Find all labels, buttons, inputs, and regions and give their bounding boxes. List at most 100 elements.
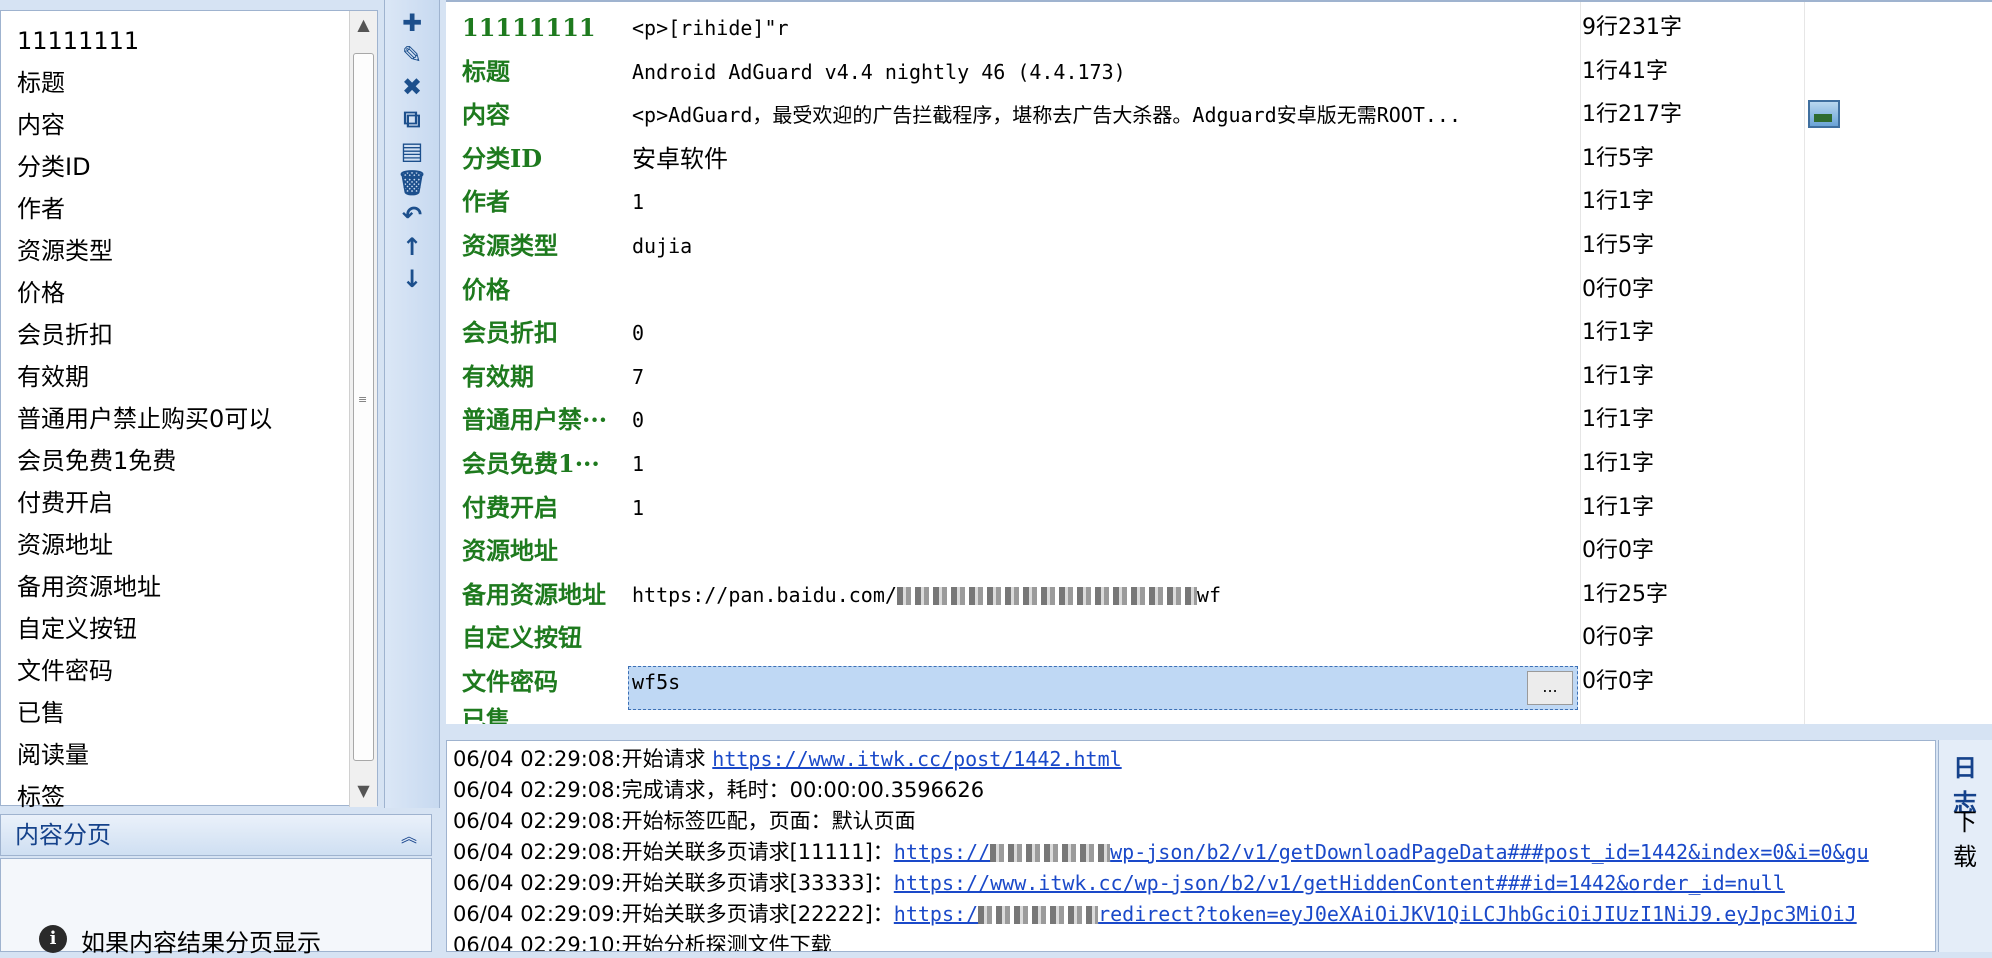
grid-row[interactable]: 资源地址 0行0字 [446, 529, 1992, 573]
trash-icon[interactable]: 🗑 [397, 168, 427, 198]
field-list-item[interactable]: 标题 [17, 63, 65, 103]
grid-row-value[interactable]: <p>[rihide]"r [632, 6, 789, 50]
paging-info-text: 如果内容结果分页显示 [81, 929, 321, 957]
field-list-item[interactable]: 有效期 [17, 357, 89, 397]
move-down-icon[interactable]: ↓ [397, 264, 427, 294]
grid-row-stats: 1行25字 [1582, 581, 1668, 607]
field-list-item[interactable]: 备用资源地址 [17, 567, 161, 607]
content-paging-header[interactable]: 内容分页 ︽ [0, 814, 432, 856]
field-list-item[interactable]: 文件密码 [17, 651, 113, 691]
field-list-item[interactable]: 标签 [17, 777, 65, 817]
log-link[interactable]: https:/ [894, 902, 978, 926]
grid-row[interactable]: 标题 Android AdGuard v4.4 nightly 46 (4.4.1… [446, 50, 1992, 94]
grid-row-value[interactable]: 0 [632, 311, 644, 355]
field-list-item[interactable]: 付费开启 [17, 483, 113, 523]
field-list-item[interactable]: 已售 [17, 693, 65, 733]
field-list[interactable]: 11111111 标题 内容 分类ID 作者 资源类型 价格 会员折扣 有效期 普通用户禁止购买0… [0, 10, 378, 811]
log-link[interactable]: https://www.itwk.cc/wp-json/b2/v1/getHid… [894, 871, 1785, 895]
grid-row-value[interactable]: <p>AdGuard，最受欢迎的广告拦截程序，堪称去广告大杀器。Adguard安… [632, 93, 1461, 137]
field-list-item[interactable]: 阅读量 [17, 735, 89, 775]
grid-row[interactable]: 内容 <p>AdGuard，最受欢迎的广告拦截程序，堪称去广告大杀器。Adguar… [446, 93, 1992, 137]
grid-row-value[interactable]: wf5s [632, 660, 680, 704]
edit-icon[interactable]: ✎ [397, 40, 427, 70]
log-link[interactable]: https://www.itwk.cc/post/1442.html [712, 747, 1121, 771]
field-toolbar: ✚ ✎ ✖ ⧉ ▤ 🗑 ↶ ↑ ↓ [384, 0, 440, 808]
field-list-item[interactable]: 资源类型 [17, 231, 113, 271]
grid-row-stats: 0行0字 [1582, 538, 1654, 564]
field-list-scrollbar[interactable]: ▲ ≡ ▼ [349, 11, 377, 807]
add-icon[interactable]: ✚ [397, 8, 427, 38]
grid-row-stats: 1行1字 [1582, 363, 1654, 389]
grid-row[interactable]: 备用资源地址 https://pan.baidu.com/wf 1行25字 [446, 573, 1992, 617]
grid-row-value[interactable]: 0 [632, 398, 644, 442]
move-up-icon[interactable]: ↑ [397, 232, 427, 262]
log-time: 06/04 02:29:10: [453, 933, 622, 952]
grid-row[interactable]: 资源类型 dujia 1行5字 [446, 224, 1992, 268]
grid-row[interactable]: 付费开启 1 1行1字 [446, 486, 1992, 530]
field-list-item[interactable]: 分类ID [17, 147, 91, 187]
field-list-item[interactable]: 内容 [17, 105, 65, 145]
log-line: 06/04 02:29:08:开始关联多页请求[11111]：https:// w… [453, 836, 1869, 868]
grid-row-value[interactable]: 1 [632, 180, 644, 224]
grid-row-stats: 1行217字 [1582, 102, 1682, 128]
grid-row-name: 付费开启 [462, 492, 558, 522]
grid-row-stats: 1行1字 [1582, 407, 1654, 433]
grid-row-name: 分类ID [462, 143, 543, 173]
grid-row[interactable]: 有效期 7 1行1字 [446, 355, 1992, 399]
grid-row-value[interactable]: 7 [632, 355, 644, 399]
grid-row-value[interactable]: 1 [632, 486, 644, 530]
log-link-tail[interactable]: redirect?token=eyJ0eXAiOiJKV1QiLCJhbGciO… [1098, 902, 1857, 926]
grid-row-value-text: 0 [632, 408, 645, 433]
log-message: 开始标签匹配，页面：默认页面 [621, 809, 916, 833]
grid-row-name: 会员免费1··· [462, 449, 600, 478]
log-link[interactable]: https:// [894, 840, 990, 864]
grid-row-value[interactable]: 1 [632, 442, 644, 486]
info-icon: i [39, 925, 67, 953]
scroll-up-icon[interactable]: ▲ [350, 11, 377, 39]
log-line: 06/04 02:29:08:开始请求 https://www.itwk.cc/… [453, 743, 1122, 775]
field-list-item[interactable]: 价格 [17, 273, 65, 313]
image-preview-icon[interactable] [1808, 100, 1840, 128]
field-list-item[interactable]: 11111111 [17, 21, 139, 61]
grid-row-stats: 1行5字 [1582, 145, 1654, 171]
grid-row-name: 标题 [462, 56, 510, 86]
scrollbar-thumb[interactable]: ≡ [353, 53, 374, 761]
field-list-item[interactable]: 作者 [17, 189, 65, 229]
copy-icon[interactable]: ⧉ [397, 104, 427, 134]
grid-row[interactable]: 11111111 <p>[rihide]"r 9行231字 [446, 6, 1992, 50]
field-list-item[interactable]: 普通用户禁止购买0可以 [17, 399, 272, 439]
grid-row-name: 资源地址 [462, 536, 558, 566]
field-list-item[interactable]: 会员免费1免费 [17, 441, 176, 481]
field-list-item[interactable]: 自定义按钮 [17, 609, 137, 649]
log-link-tail[interactable]: wp-json/b2/v1/getDownloadPageData###post… [1110, 840, 1869, 864]
field-list-item[interactable]: 资源地址 [17, 525, 113, 565]
collapse-icon[interactable]: ︽ [401, 823, 417, 847]
grid-row[interactable]: 分类ID 安卓软件 1行5字 [446, 137, 1992, 181]
delete-icon[interactable]: ✖ [397, 72, 427, 102]
grid-row-value-tail: wf [1196, 582, 1221, 607]
grid-row[interactable]: 会员免费1··· 1 1行1字 [446, 442, 1992, 486]
grid-row-value[interactable]: https://pan.baidu.com/wf [632, 573, 1221, 617]
log-time: 06/04 02:29:08: [453, 809, 622, 833]
scroll-down-icon[interactable]: ▼ [350, 777, 377, 805]
download-label: 下载 [1953, 808, 1977, 871]
log-side-panel: 日志 下载 [1938, 740, 1992, 952]
paste-icon[interactable]: ▤ [397, 136, 427, 166]
undo-icon[interactable]: ↶ [397, 200, 427, 230]
grid-row-value[interactable]: 安卓软件 [632, 137, 728, 181]
grid-row[interactable]: 会员折扣 0 1行1字 [446, 311, 1992, 355]
log-time: 06/04 02:29:08: [453, 778, 622, 802]
field-list-item[interactable]: 会员折扣 [17, 315, 113, 355]
grid-row-value-text: 安卓软件 [632, 144, 728, 173]
grid-row-value-text: <p>AdGuard，最受欢迎的广告拦截程序，堪称去广告大杀器。Adguard安… [632, 103, 1461, 128]
grid-row[interactable]: 普通用户禁··· 0 1行1字 [446, 398, 1992, 442]
log-panel[interactable]: 06/04 02:29:08:开始请求 https://www.itwk.cc/… [446, 740, 1936, 952]
grid-row[interactable]: 作者 1 1行1字 [446, 180, 1992, 224]
grid-row[interactable]: 文件密码 wf5s 0行0字 [446, 660, 1992, 704]
grid-row-value[interactable]: Android AdGuard v4.4 nightly 46 (4.4.173… [632, 50, 1126, 94]
grid-row[interactable]: 价格 0行0字 [446, 268, 1992, 312]
grid-row-name: 内容 [462, 100, 510, 130]
grid-row-value[interactable]: dujia [632, 224, 692, 268]
log-line: 06/04 02:29:08:开始标签匹配，页面：默认页面 [453, 805, 916, 837]
grid-row[interactable]: 自定义按钮 0行0字 [446, 616, 1992, 660]
